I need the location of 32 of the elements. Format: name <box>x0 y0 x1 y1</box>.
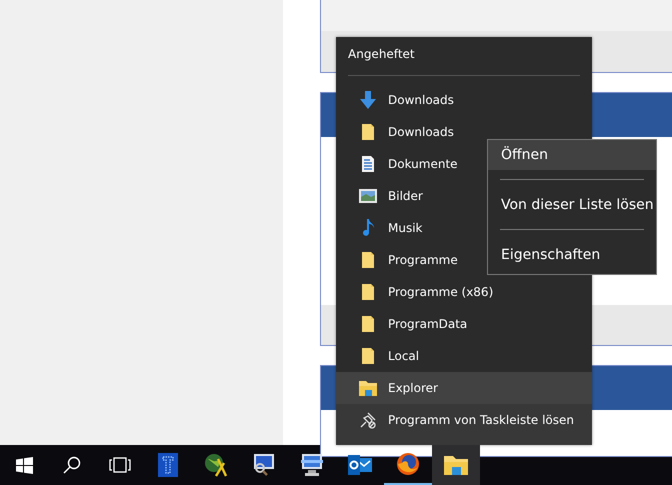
mail-app-icon <box>348 454 372 476</box>
jump-list-item[interactable]: Downloads <box>336 84 592 116</box>
document-icon <box>361 155 375 173</box>
taskbar-button[interactable] <box>432 445 480 485</box>
task-view-icon <box>109 457 131 473</box>
monitor-icon <box>252 453 276 477</box>
folder-icon <box>361 315 375 333</box>
jump-list-task[interactable]: Explorer <box>336 372 592 404</box>
jump-list-item[interactable]: ProgramData <box>336 308 592 340</box>
folder-icon <box>361 123 375 141</box>
picture-icon <box>359 189 377 203</box>
folder-icon <box>361 251 375 269</box>
menu-item[interactable]: Eigenschaften <box>488 240 656 270</box>
menu-item[interactable]: Öffnen <box>488 140 656 170</box>
fox-globe-icon <box>396 452 420 476</box>
computer-icon <box>300 453 324 477</box>
search-icon <box>63 456 81 474</box>
section-header: Angeheftet <box>347 46 416 63</box>
folder-icon <box>361 347 375 365</box>
app-icon <box>158 453 178 477</box>
folder-icon <box>361 283 375 301</box>
menu-item[interactable]: Von dieser Liste lösen <box>488 190 656 220</box>
globe-icon <box>204 453 228 477</box>
music-note-icon <box>361 219 375 237</box>
unpin-icon <box>359 411 377 429</box>
download-arrow-icon <box>360 91 376 109</box>
folder-icon <box>359 380 377 396</box>
folder-icon <box>444 455 468 475</box>
windows-logo-icon <box>16 456 32 474</box>
jump-list-item[interactable]: Local <box>336 340 592 372</box>
jump-list-task[interactable]: Programm von Taskleiste lösen <box>336 404 592 436</box>
jump-list-item[interactable]: Programme (x86) <box>336 276 592 308</box>
